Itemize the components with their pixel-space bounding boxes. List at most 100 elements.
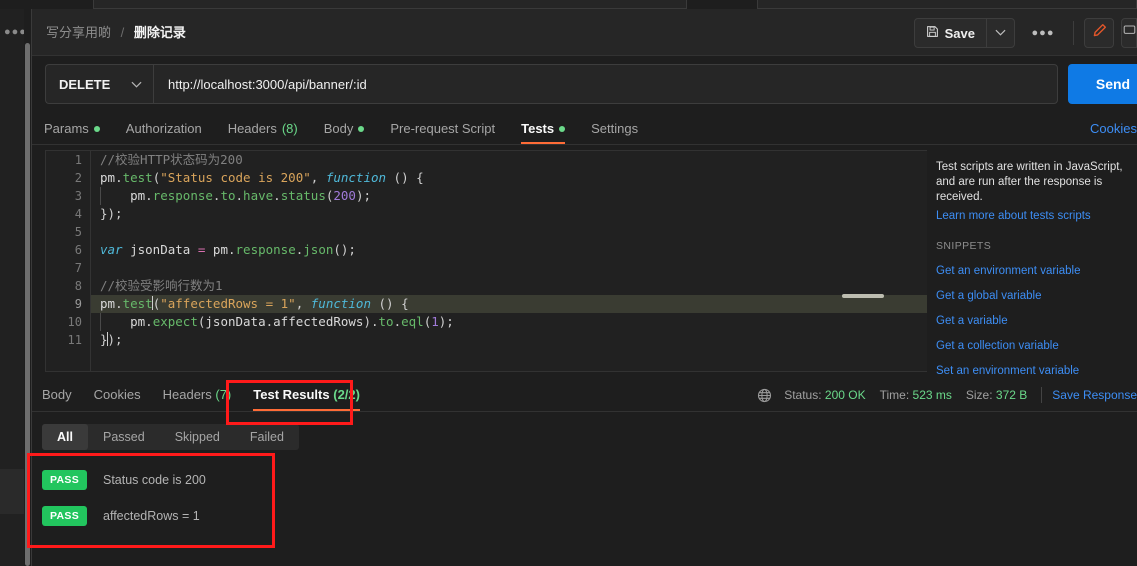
method-label: DELETE: [59, 76, 111, 92]
time-value: 523 ms: [912, 388, 952, 402]
test-result-row: PASS affectedRows = 1: [42, 498, 206, 534]
status-value: 200 OK: [824, 388, 866, 402]
breadcrumb-separator: /: [120, 25, 125, 40]
filter-skipped[interactable]: Skipped: [160, 424, 235, 450]
url-input[interactable]: http://localhost:3000/api/banner/:id: [153, 64, 1058, 104]
left-rail: ●●●: [0, 9, 26, 566]
response-tab-bar: Body Cookies Headers (7) Test Results (2…: [32, 380, 1137, 412]
status-badge: PASS: [42, 506, 87, 526]
test-result-filters: All Passed Skipped Failed: [42, 424, 299, 450]
tab-count: (7): [215, 387, 232, 402]
test-name: Status code is 200: [103, 473, 206, 487]
response-tab-cookies[interactable]: Cookies: [94, 387, 141, 411]
send-button[interactable]: Send: [1068, 64, 1137, 104]
comment-icon: [1123, 24, 1136, 42]
tab-label: Test Results: [253, 387, 330, 402]
editor-code-area[interactable]: //校验HTTP状态码为200 pm.test("Status code is …: [90, 151, 927, 371]
tab-label: Pre-request Script: [390, 121, 496, 136]
code-line: pm.response.to.have.status(200);: [91, 187, 927, 205]
status-code: Status: 200 OK: [784, 388, 865, 402]
response-time: Time: 523 ms: [880, 388, 952, 402]
tab-params[interactable]: Params: [44, 121, 100, 144]
snippet-item[interactable]: Get a global variable: [936, 290, 1129, 302]
modified-dot-icon: [93, 125, 100, 132]
tab-settings[interactable]: Settings: [591, 121, 638, 144]
save-response-button[interactable]: Save Response: [1052, 388, 1137, 402]
filter-failed[interactable]: Failed: [235, 424, 299, 450]
snippet-item[interactable]: Get a collection variable: [936, 340, 1129, 352]
snippet-item[interactable]: Get a variable: [936, 315, 1129, 327]
tab-label: Cookies: [93, 387, 141, 402]
tab-label: Headers: [227, 121, 277, 136]
code-line: pm.expect(jsonData.affectedRows).to.eql(…: [91, 313, 927, 331]
snippets-description: Test scripts are written in JavaScript, …: [936, 161, 1123, 203]
save-dropdown-button[interactable]: [986, 19, 1014, 47]
tab-label: Settings: [591, 121, 639, 136]
request-tab-bar: Params Authorization Headers (8) Body Pr…: [32, 113, 1137, 145]
header-divider: [1073, 21, 1074, 45]
tab-label: Body: [323, 121, 354, 136]
response-size: Size: 372 B: [966, 388, 1027, 402]
response-tab-test-results[interactable]: Test Results (2/2): [253, 387, 360, 411]
header-actions: Save ●●●: [913, 16, 1137, 50]
editor-horizontal-scrollbar[interactable]: [842, 294, 884, 298]
tab-body[interactable]: Body: [324, 121, 365, 144]
test-results-list: PASS Status code is 200 PASS affectedRow…: [42, 462, 206, 534]
line-number: 3: [74, 189, 82, 203]
tab-pre-request-script[interactable]: Pre-request Script: [390, 121, 495, 144]
tab-remnant-1[interactable]: [93, 0, 687, 9]
code-line: pm.test("Status code is 200", function (…: [100, 170, 424, 185]
ellipsis-icon: ●●●: [1031, 27, 1055, 39]
tab-label: Params: [44, 121, 89, 136]
floppy-disk-icon: [926, 25, 939, 41]
snippets-panel: Test scripts are written in JavaScript, …: [928, 150, 1137, 377]
tab-remnant-2[interactable]: [757, 0, 1137, 9]
more-actions-button[interactable]: ●●●: [1023, 18, 1063, 48]
tab-bar-remnant: [0, 0, 1137, 9]
save-button[interactable]: Save: [915, 19, 986, 47]
comment-button[interactable]: [1121, 18, 1137, 48]
response-status-bar: Status: 200 OK Time: 523 ms Size: 372 B …: [757, 387, 1137, 403]
response-tab-body[interactable]: Body: [42, 387, 72, 411]
pencil-icon: [1092, 23, 1107, 43]
line-number: 7: [74, 261, 82, 275]
globe-icon: [757, 388, 772, 403]
test-name: affectedRows = 1: [103, 509, 200, 523]
code-line: //校验HTTP状态码为200: [91, 151, 927, 169]
tab-headers[interactable]: Headers (8): [228, 121, 298, 144]
response-tab-headers[interactable]: Headers (7): [163, 387, 232, 411]
status-badge: PASS: [42, 470, 87, 490]
learn-more-link[interactable]: Learn more about tests scripts: [936, 210, 1129, 222]
code-line: var jsonData = pm.response.json();: [100, 242, 356, 257]
postman-window: ●●● 写分享用啲 / 删除记录 Save ●●● DELETE http://…: [0, 0, 1137, 566]
sidebar-scrollbar-thumb[interactable]: [25, 43, 30, 566]
snippet-item[interactable]: Get an environment variable: [936, 265, 1129, 277]
edit-pencil-button[interactable]: [1084, 18, 1114, 48]
line-number: 2: [74, 171, 82, 185]
tab-label: Authorization: [125, 121, 202, 136]
chevron-down-icon: [995, 28, 1006, 39]
filter-passed[interactable]: Passed: [88, 424, 160, 450]
tab-count: (8): [281, 121, 298, 136]
save-label: Save: [944, 25, 975, 41]
tests-code-editor[interactable]: 1 2 3 4 5 6 7 8 9 10 11 //校验HTTP状态码为200 …: [45, 150, 927, 372]
send-label: Send: [1095, 76, 1131, 92]
size-label: Size:: [965, 388, 993, 402]
tab-tests[interactable]: Tests: [521, 121, 566, 144]
method-selector[interactable]: DELETE: [45, 64, 153, 104]
snippet-item[interactable]: Set an environment variable: [936, 365, 1129, 377]
line-number: 9: [74, 297, 82, 311]
code-line: });: [100, 206, 123, 221]
line-number: 1: [74, 153, 82, 167]
snippets-heading: SNIPPETS: [936, 240, 992, 252]
cookies-link[interactable]: Cookies: [1090, 121, 1137, 136]
tab-authorization[interactable]: Authorization: [126, 121, 202, 144]
test-result-row: PASS Status code is 200: [42, 462, 206, 498]
code-comment: //校验受影响行数为1: [100, 278, 223, 293]
request-bar: DELETE http://localhost:3000/api/banner/…: [45, 64, 1058, 104]
code-line: });: [100, 332, 123, 347]
rail-selected-item[interactable]: [0, 469, 24, 514]
breadcrumb-parent[interactable]: 写分享用啲: [46, 25, 111, 40]
filter-all[interactable]: All: [42, 424, 88, 450]
